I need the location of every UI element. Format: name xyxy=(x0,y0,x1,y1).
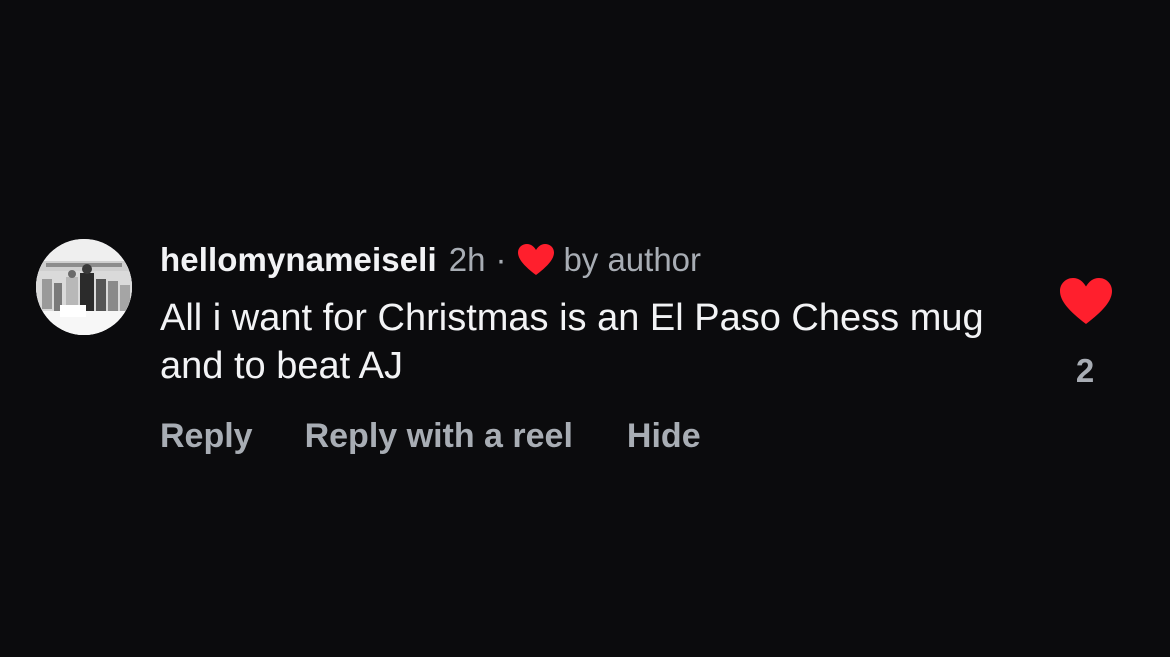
like-control: 2 xyxy=(1058,278,1114,390)
separator-dot: · xyxy=(495,241,507,278)
author-liked-badge: by author xyxy=(563,241,702,278)
like-count: 2 xyxy=(1075,352,1095,389)
comment-item: hellomynameiseli 2h · by author All i wa… xyxy=(0,0,1170,657)
comment-header: hellomynameiseli 2h · by author xyxy=(160,236,701,284)
comment-timestamp: 2h xyxy=(448,241,486,278)
hide-button[interactable]: Hide xyxy=(627,417,701,456)
avatar-photo xyxy=(36,239,132,335)
like-heart-icon[interactable] xyxy=(1060,278,1112,326)
reply-with-reel-button[interactable]: Reply with a reel xyxy=(305,417,573,456)
username-link[interactable]: hellomynameiseli xyxy=(160,241,437,279)
avatar[interactable] xyxy=(36,239,132,335)
reply-button[interactable]: Reply xyxy=(160,417,253,456)
comment-text: All i want for Christmas is an El Paso C… xyxy=(160,297,984,387)
comment-actions: Reply Reply with a reel Hide xyxy=(160,414,701,458)
heart-icon xyxy=(518,244,555,276)
